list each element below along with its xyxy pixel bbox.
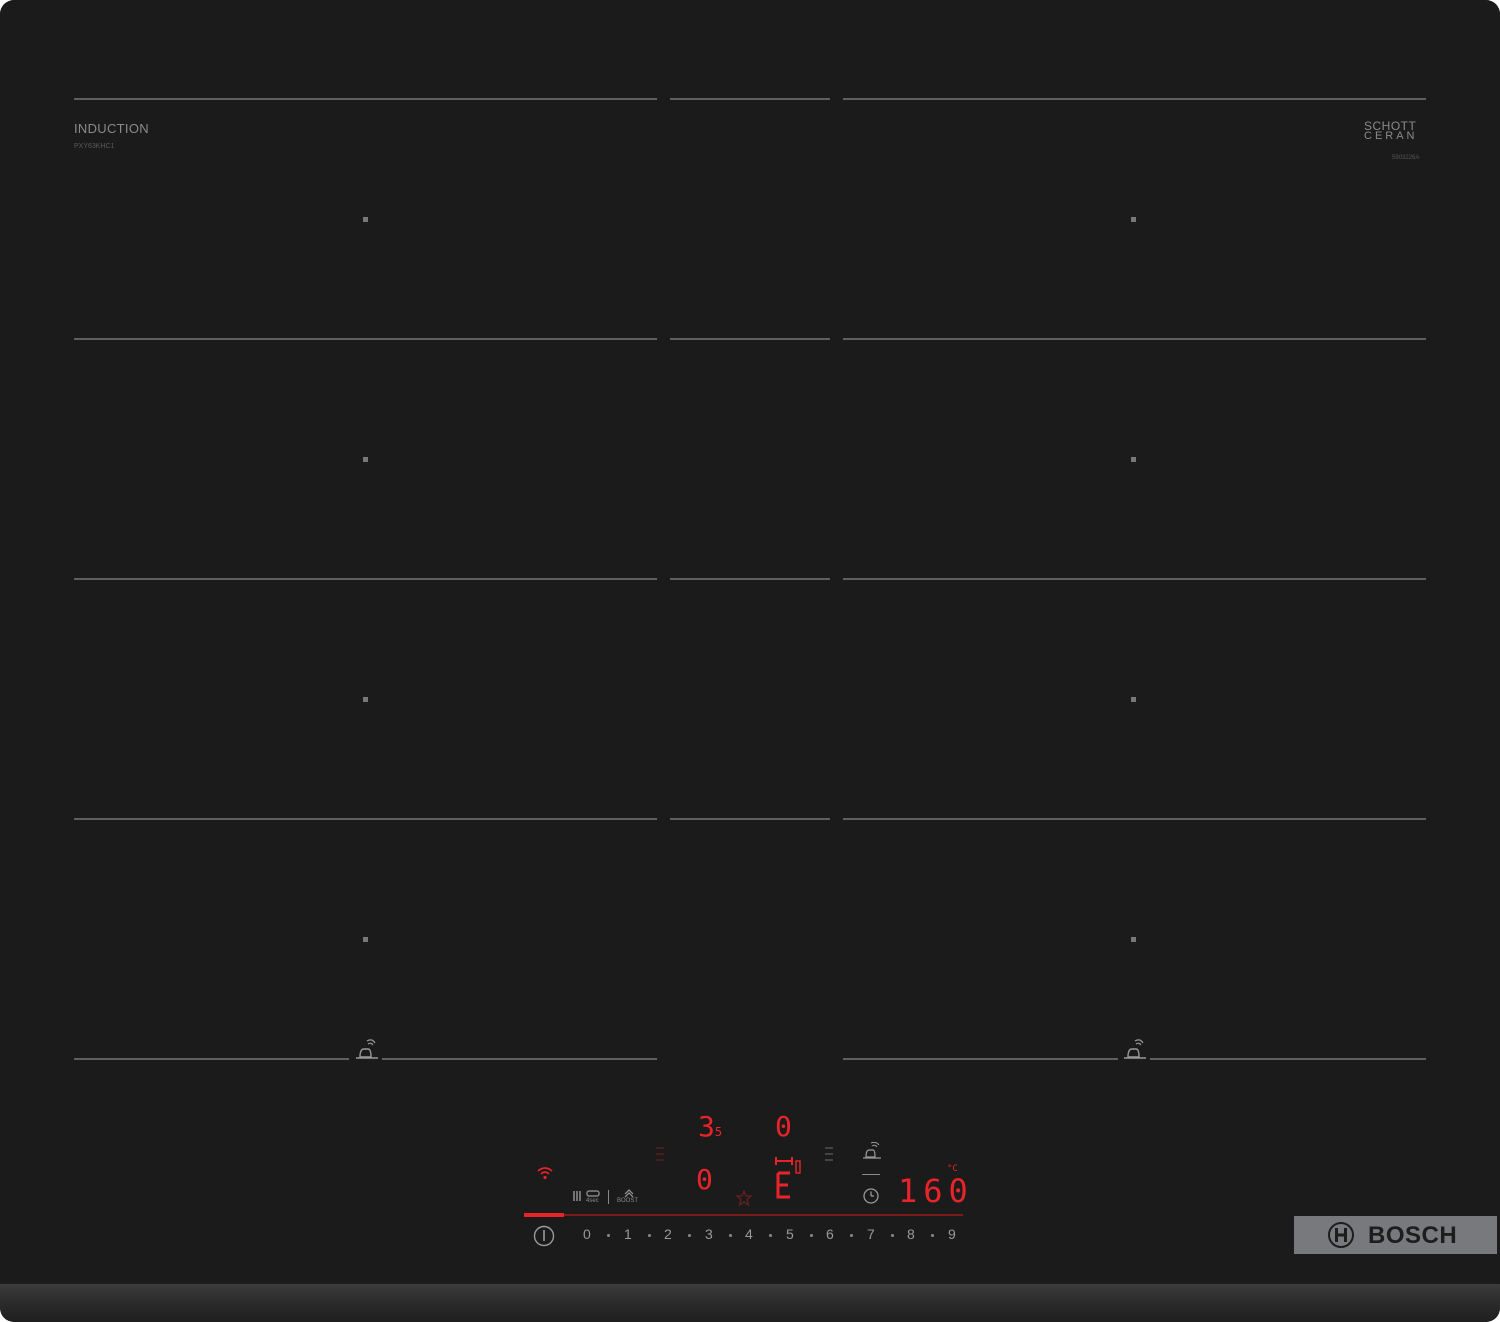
zone-line <box>1150 1058 1426 1060</box>
zone-select-left-icon[interactable] <box>655 1146 665 1162</box>
power-level-7[interactable]: 7 <box>867 1226 875 1242</box>
zone-line <box>843 1058 1118 1060</box>
zone-marker <box>363 937 368 942</box>
bosch-brand-plate: BOSCH <box>1294 1216 1497 1254</box>
temperature-display: 160 <box>898 1172 974 1210</box>
glass-surface: INDUCTION PXY63KHC1 SCHOTT CERAN 5903226… <box>0 0 1500 1286</box>
scale-dot <box>769 1234 772 1237</box>
zone-marker <box>1131 697 1136 702</box>
divider <box>608 1190 609 1204</box>
boost-icon[interactable] <box>623 1188 635 1198</box>
power-level-4[interactable]: 4 <box>745 1226 753 1242</box>
zone-level: 3 <box>698 1110 715 1143</box>
scale-dot <box>648 1234 651 1237</box>
zone-marker <box>363 217 368 222</box>
scale-dot <box>810 1234 813 1237</box>
zone-line <box>74 578 657 580</box>
scale-dot <box>729 1234 732 1237</box>
zone-marker <box>1131 217 1136 222</box>
hob-frame-edge <box>0 1284 1500 1322</box>
zone-line <box>670 98 830 100</box>
scale-dot <box>688 1234 691 1237</box>
bosch-logo-icon <box>1328 1222 1354 1248</box>
power-level-5[interactable]: 5 <box>786 1226 794 1242</box>
zone-line <box>382 1058 657 1060</box>
zone-line <box>843 578 1426 580</box>
glass-code: 5903226A <box>1392 155 1420 161</box>
ceran-text: CERAN <box>1364 130 1418 142</box>
star-icon[interactable] <box>736 1190 752 1206</box>
power-level-8[interactable]: 8 <box>907 1226 915 1242</box>
pan-sensor-icon <box>356 1039 378 1059</box>
flex-zone-icon[interactable] <box>774 1155 804 1201</box>
zone-line <box>74 338 657 340</box>
zone-select-right-icon[interactable] <box>824 1146 834 1162</box>
induction-hob: INDUCTION PXY63KHC1 SCHOTT CERAN 5903226… <box>0 0 1500 1322</box>
zone-line <box>843 818 1426 820</box>
power-level-2[interactable]: 2 <box>664 1226 672 1242</box>
induction-label: INDUCTION <box>74 121 149 136</box>
zone-line <box>670 338 830 340</box>
boost-label: BOOST <box>617 1198 639 1204</box>
zone-line <box>670 818 830 820</box>
power-level-6[interactable]: 6 <box>826 1226 834 1242</box>
zone-level-decimal: 5 <box>714 1125 723 1139</box>
zone-line <box>843 338 1426 340</box>
wifi-icon[interactable] <box>536 1166 554 1180</box>
scale-dot <box>931 1234 934 1237</box>
schott-ceran-logo: SCHOTT CERAN <box>1364 120 1418 142</box>
divider <box>862 1174 880 1175</box>
bosch-brand-name: BOSCH <box>1368 1222 1458 1249</box>
scale-dot <box>850 1234 853 1237</box>
zone-marker <box>363 457 368 462</box>
power-slider-track[interactable] <box>524 1214 963 1216</box>
power-level-9[interactable]: 9 <box>948 1226 956 1242</box>
zone-display-rear-left[interactable]: 0 <box>696 1163 713 1196</box>
power-level-0[interactable]: 0 <box>583 1226 591 1242</box>
model-code: PXY63KHC1 <box>74 143 115 150</box>
zone-line <box>843 98 1426 100</box>
lock-timer-label: 4sec <box>586 1198 599 1204</box>
pan-sensor-icon[interactable] <box>861 1142 883 1160</box>
zone-line <box>74 818 657 820</box>
zone-line <box>74 98 657 100</box>
timer-icon[interactable] <box>862 1187 880 1205</box>
zone-marker <box>1131 457 1136 462</box>
zone-marker <box>1131 937 1136 942</box>
power-level-3[interactable]: 3 <box>705 1226 713 1242</box>
power-slider-fill <box>524 1213 564 1217</box>
scale-dot <box>607 1234 610 1237</box>
power-level-1[interactable]: 1 <box>624 1226 632 1242</box>
power-icon[interactable] <box>533 1225 555 1247</box>
zone-marker <box>363 697 368 702</box>
zone-display-front-right[interactable]: 0 <box>775 1110 792 1143</box>
zone-display-front-left[interactable]: 35 <box>698 1110 722 1143</box>
zone-line <box>670 578 830 580</box>
temperature-unit: °C <box>947 1164 958 1174</box>
pan-sensor-icon <box>1124 1039 1146 1059</box>
zone-line <box>74 1058 349 1060</box>
scale-dot <box>891 1234 894 1237</box>
